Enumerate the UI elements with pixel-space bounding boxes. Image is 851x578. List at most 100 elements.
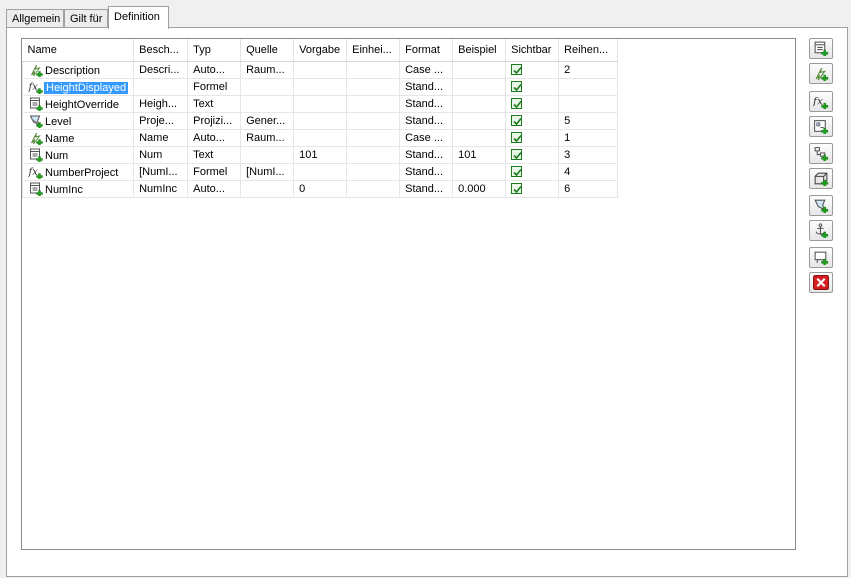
visible-checkbox[interactable]: [511, 97, 523, 109]
visible-cell[interactable]: [505, 112, 560, 130]
type-cell[interactable]: Formel: [187, 163, 242, 181]
name-cell[interactable]: Description: [21, 61, 135, 79]
visible-cell[interactable]: [505, 95, 560, 113]
visible-checkbox[interactable]: [511, 131, 523, 143]
unit-cell[interactable]: [346, 129, 401, 147]
example-cell[interactable]: [452, 78, 507, 96]
source-cell[interactable]: Raum...: [240, 129, 295, 147]
default-cell[interactable]: 0: [293, 180, 348, 198]
add-material-property-button[interactable]: [809, 168, 833, 189]
table-row[interactable]: Name Name Auto... Raum... Case ... 1: [21, 129, 619, 147]
add-formula-property-button[interactable]: fx: [809, 91, 833, 112]
add-graphic-property-button[interactable]: [809, 247, 833, 268]
description-cell[interactable]: Num: [133, 146, 189, 164]
column-header-0[interactable]: Name: [22, 39, 135, 62]
source-cell[interactable]: [240, 180, 295, 198]
order-cell[interactable]: 1: [558, 129, 619, 147]
column-header-7[interactable]: Beispiel: [452, 39, 507, 62]
format-cell[interactable]: Case ...: [399, 129, 454, 147]
visible-cell[interactable]: [505, 61, 560, 79]
type-cell[interactable]: Projizi...: [187, 112, 242, 130]
source-cell[interactable]: [240, 95, 295, 113]
unit-cell[interactable]: [346, 95, 401, 113]
property-definitions-grid[interactable]: Name Besch... Typ Quelle Vorgabe Einhei... For…: [21, 38, 796, 550]
add-automatic-property-button[interactable]: [809, 63, 833, 84]
order-cell[interactable]: [558, 95, 619, 113]
table-row[interactable]: Description Descri... Auto... Raum... Case .…: [21, 61, 619, 79]
format-cell[interactable]: Stand...: [399, 146, 454, 164]
type-cell[interactable]: Formel: [187, 78, 242, 96]
source-cell[interactable]: Gener...: [240, 112, 295, 130]
example-cell[interactable]: [452, 112, 507, 130]
unit-cell[interactable]: [346, 180, 401, 198]
visible-cell[interactable]: [505, 78, 560, 96]
description-cell[interactable]: Descri...: [133, 61, 189, 79]
visible-checkbox[interactable]: [511, 63, 523, 75]
visible-checkbox[interactable]: [511, 114, 523, 126]
default-cell[interactable]: [293, 112, 348, 130]
visible-cell[interactable]: [505, 180, 560, 198]
table-row[interactable]: fx HeightDisplayed Formel Stand...: [21, 78, 619, 96]
example-cell[interactable]: [452, 95, 507, 113]
example-cell[interactable]: 0.000: [452, 180, 507, 198]
visible-cell[interactable]: [505, 129, 560, 147]
name-cell[interactable]: fx HeightDisplayed: [21, 78, 135, 96]
default-cell[interactable]: [293, 78, 348, 96]
column-header-4[interactable]: Vorgabe: [293, 39, 348, 62]
default-cell[interactable]: [293, 163, 348, 181]
description-cell[interactable]: Heigh...: [133, 95, 189, 113]
example-cell[interactable]: [452, 163, 507, 181]
tab-definition[interactable]: Definition: [108, 6, 169, 29]
order-cell[interactable]: 3: [558, 146, 619, 164]
unit-cell[interactable]: [346, 61, 401, 79]
name-cell[interactable]: HeightOverride: [21, 95, 135, 113]
format-cell[interactable]: Stand...: [399, 78, 454, 96]
order-cell[interactable]: [558, 78, 619, 96]
format-cell[interactable]: Stand...: [399, 95, 454, 113]
type-cell[interactable]: Auto...: [187, 61, 242, 79]
unit-cell[interactable]: [346, 112, 401, 130]
name-cell[interactable]: Num: [21, 146, 135, 164]
visible-cell[interactable]: [505, 163, 560, 181]
column-header-9[interactable]: Reihen...: [558, 39, 619, 62]
column-header-8[interactable]: Sichtbar: [505, 39, 560, 62]
visible-cell[interactable]: [505, 146, 560, 164]
column-header-6[interactable]: Format: [399, 39, 454, 62]
default-cell[interactable]: 101: [293, 146, 348, 164]
table-row[interactable]: fx NumberProject [NumI... Formel [NumI... Sta…: [21, 163, 619, 181]
description-cell[interactable]: Proje...: [133, 112, 189, 130]
example-cell[interactable]: 101: [452, 146, 507, 164]
source-cell[interactable]: [240, 146, 295, 164]
tab-gilt-fuer[interactable]: Gilt für: [64, 9, 108, 28]
example-cell[interactable]: [452, 129, 507, 147]
format-cell[interactable]: Case ...: [399, 61, 454, 79]
name-cell[interactable]: fx NumberProject: [21, 163, 135, 181]
unit-cell[interactable]: [346, 163, 401, 181]
table-row[interactable]: Num Num Text 101 Stand... 101 3: [21, 146, 619, 164]
order-cell[interactable]: 2: [558, 61, 619, 79]
visible-checkbox[interactable]: [511, 148, 523, 160]
visible-checkbox[interactable]: [511, 80, 523, 92]
type-cell[interactable]: Auto...: [187, 180, 242, 198]
visible-checkbox[interactable]: [511, 165, 523, 177]
description-cell[interactable]: [133, 78, 189, 96]
source-cell[interactable]: [240, 78, 295, 96]
default-cell[interactable]: [293, 129, 348, 147]
table-row[interactable]: NumInc NumInc Auto... 0 Stand... 0.000 6: [21, 180, 619, 198]
name-cell[interactable]: Level: [21, 112, 135, 130]
table-row[interactable]: HeightOverride Heigh... Text Stand...: [21, 95, 619, 113]
add-location-property-button[interactable]: [809, 116, 833, 137]
add-text-property-button[interactable]: [809, 38, 833, 59]
order-cell[interactable]: 6: [558, 180, 619, 198]
column-header-3[interactable]: Quelle: [240, 39, 295, 62]
add-classification-property-button[interactable]: [809, 143, 833, 164]
format-cell[interactable]: Stand...: [399, 163, 454, 181]
default-cell[interactable]: [293, 95, 348, 113]
visible-checkbox[interactable]: [511, 182, 523, 194]
description-cell[interactable]: [NumI...: [133, 163, 189, 181]
type-cell[interactable]: Auto...: [187, 129, 242, 147]
column-header-1[interactable]: Besch...: [133, 39, 189, 62]
order-cell[interactable]: 5: [558, 112, 619, 130]
column-header-5[interactable]: Einhei...: [346, 39, 401, 62]
default-cell[interactable]: [293, 61, 348, 79]
